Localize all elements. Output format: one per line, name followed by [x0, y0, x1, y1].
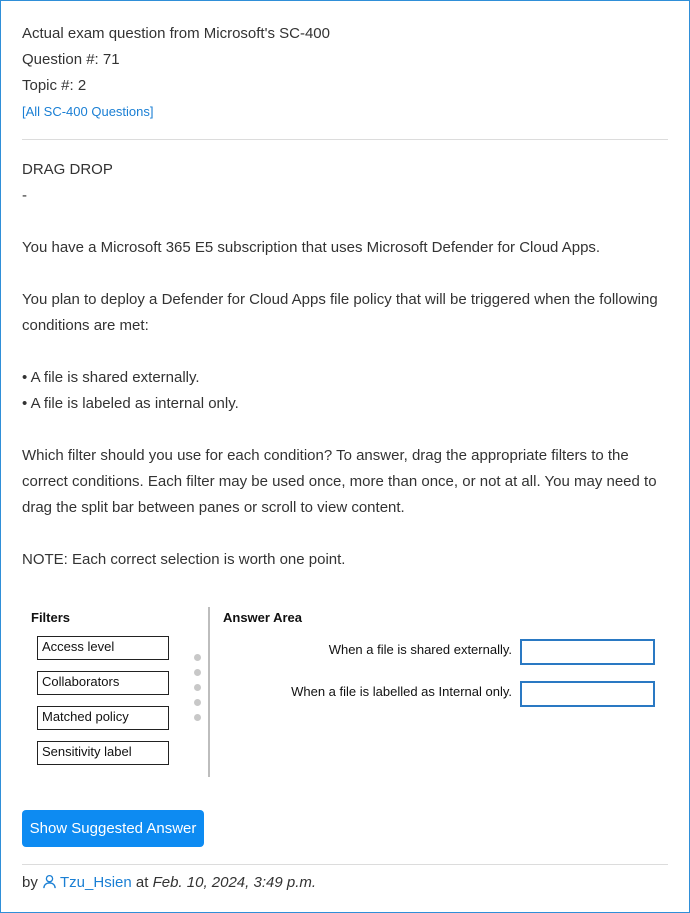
author-link[interactable]: Tzu_Hsien	[42, 874, 136, 891]
topic-number: Topic #: 2	[22, 77, 87, 94]
filters-title: Filters	[31, 610, 71, 625]
header-divider	[22, 139, 668, 140]
user-icon	[43, 874, 56, 889]
post-footer: by Tzu_Hsien at Feb. 10, 2024, 3:49 p.m.	[22, 872, 316, 894]
drop-target-shared-externally[interactable]	[520, 639, 655, 665]
footer-by: by	[22, 874, 38, 891]
drag-drop-figure: Filters Access level Collaborators Match…	[22, 604, 662, 779]
question-type: DRAG DROP	[22, 161, 113, 178]
post-date: Feb. 10, 2024, 3:49 p.m.	[152, 874, 317, 891]
condition-bullet-1: • A file is shared externally.	[22, 369, 200, 386]
filter-sensitivity-label[interactable]: Sensitivity label	[37, 741, 169, 765]
condition-shared-externally: When a file is shared externally.	[328, 642, 512, 657]
question-body: DRAG DROP - You have a Microsoft 365 E5 …	[22, 157, 665, 573]
question-dash: -	[22, 187, 27, 204]
all-questions-link[interactable]: [All SC-400 Questions]	[22, 99, 330, 125]
author-name: Tzu_Hsien	[60, 874, 132, 891]
footer-divider	[22, 864, 668, 865]
question-paragraph-2: You plan to deploy a Defender for Cloud …	[22, 291, 658, 334]
split-bar-handle[interactable]	[194, 654, 202, 729]
answer-area-title: Answer Area	[223, 610, 302, 625]
question-header: Actual exam question from Microsoft's SC…	[22, 21, 330, 125]
question-number: Question #: 71	[22, 51, 120, 68]
exam-title: Actual exam question from Microsoft's SC…	[22, 25, 330, 42]
question-note: NOTE: Each correct selection is worth on…	[22, 551, 346, 568]
question-paragraph-3: Which filter should you use for each con…	[22, 447, 657, 516]
show-suggested-answer-button[interactable]: Show Suggested Answer	[22, 810, 204, 847]
drop-target-labelled-internal[interactable]	[520, 681, 655, 707]
pane-split-bar[interactable]	[208, 607, 210, 777]
footer-at: at	[135, 874, 149, 891]
filter-collaborators[interactable]: Collaborators	[37, 671, 169, 695]
filter-access-level[interactable]: Access level	[37, 636, 169, 660]
condition-labelled-internal: When a file is labelled as Internal only…	[291, 684, 512, 699]
condition-bullet-2: • A file is labeled as internal only.	[22, 395, 239, 412]
question-paragraph-1: You have a Microsoft 365 E5 subscription…	[22, 239, 601, 256]
question-card: Actual exam question from Microsoft's SC…	[0, 0, 690, 913]
filter-matched-policy[interactable]: Matched policy	[37, 706, 169, 730]
